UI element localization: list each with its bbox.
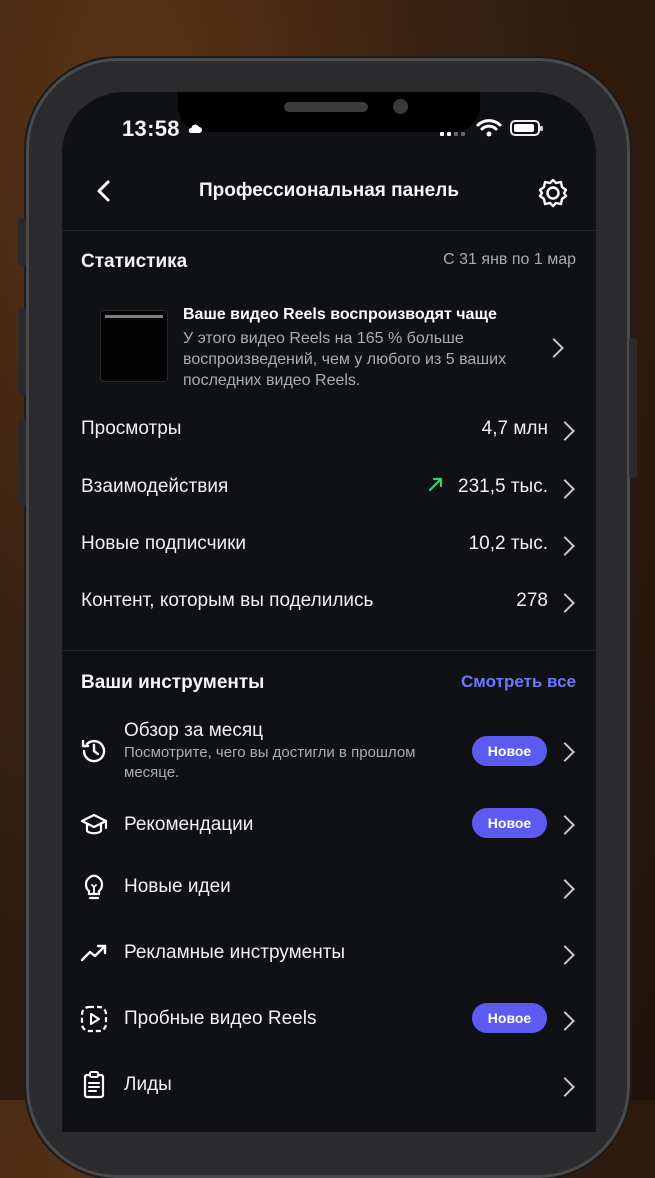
stats-section-title: Статистика bbox=[81, 251, 188, 272]
tool-row-monthly-recap[interactable]: Обзор за месяц Посмотрите, чего вы дости… bbox=[62, 710, 596, 794]
trending-up-icon bbox=[80, 944, 107, 962]
stat-row-views[interactable]: Просмотры 4,7 млн bbox=[62, 402, 596, 458]
tool-label: Пробные видео Reels bbox=[124, 1008, 317, 1029]
chevron-right-icon bbox=[555, 879, 575, 899]
tool-row-new-ideas[interactable]: Новые идеи bbox=[62, 858, 596, 918]
app-screen: 13:58 Профессиональная панель Статистика… bbox=[62, 92, 596, 1132]
chevron-right-icon bbox=[555, 815, 575, 835]
chevron-right-icon bbox=[544, 338, 564, 358]
nav-divider bbox=[62, 230, 596, 231]
tool-label: Рекомендации bbox=[124, 814, 254, 835]
cellular-signal-icon bbox=[440, 132, 465, 136]
lightbulb-icon bbox=[84, 874, 104, 900]
status-bar: 13:58 bbox=[62, 116, 596, 144]
trend-up-arrow-icon bbox=[428, 477, 443, 492]
stat-row-interactions[interactable]: Взаимодействия 231,5 тыс. bbox=[62, 460, 596, 516]
reels-trial-icon bbox=[80, 1005, 108, 1033]
reel-highlight-description: У этого видео Reels на 165 % больше восп… bbox=[183, 330, 507, 389]
stat-value: 4,7 млн bbox=[481, 418, 548, 439]
stat-label: Просмотры bbox=[81, 418, 182, 439]
tool-row-leads[interactable]: Лиды bbox=[62, 1054, 596, 1114]
tool-row-recommendations[interactable]: Рекомендации Новое bbox=[62, 798, 596, 858]
status-time: 13:58 bbox=[122, 116, 180, 141]
stat-row-shared-content[interactable]: Контент, которым вы поделились 278 bbox=[62, 574, 596, 630]
front-camera bbox=[393, 99, 408, 114]
stat-label: Контент, которым вы поделились bbox=[81, 590, 374, 611]
stats-date-range[interactable]: С 31 янв по 1 мар bbox=[443, 251, 576, 269]
chevron-right-icon bbox=[555, 742, 575, 762]
phone-volume-up bbox=[18, 308, 26, 396]
graduation-cap-icon bbox=[80, 813, 108, 835]
chevron-right-icon bbox=[555, 1011, 575, 1031]
wifi-icon bbox=[476, 119, 502, 137]
tool-label: Обзор за месяц bbox=[124, 720, 264, 741]
reels-highlight-card[interactable]: Ваше видео Reels воспроизводят чаще У эт… bbox=[62, 296, 596, 396]
tool-label: Новые идеи bbox=[124, 876, 231, 897]
tools-section-title: Ваши инструменты bbox=[81, 672, 265, 693]
phone-volume-down bbox=[18, 418, 26, 506]
chevron-right-icon bbox=[555, 593, 575, 613]
stat-value: 10,2 тыс. bbox=[468, 533, 548, 554]
chevron-right-icon bbox=[555, 945, 575, 965]
phone-mute-switch bbox=[18, 218, 26, 266]
battery-icon bbox=[510, 120, 543, 136]
tool-row-ad-tools[interactable]: Рекламные инструменты bbox=[62, 924, 596, 984]
stat-value: 278 bbox=[516, 590, 548, 611]
top-nav: Профессиональная панель bbox=[62, 170, 596, 214]
new-badge: Новое bbox=[472, 1003, 547, 1033]
stat-label: Новые подписчики bbox=[81, 533, 247, 554]
stat-label: Взаимодействия bbox=[81, 476, 229, 497]
phone-power-button bbox=[629, 338, 637, 478]
reel-highlight-title: Ваше видео Reels воспроизводят чаще bbox=[183, 306, 497, 323]
page-title: Профессиональная панель bbox=[198, 180, 460, 201]
clipboard-icon bbox=[83, 1071, 105, 1099]
history-icon bbox=[81, 739, 106, 763]
tool-label: Лиды bbox=[124, 1074, 172, 1095]
speaker-grille bbox=[284, 102, 368, 112]
settings-gear-icon[interactable] bbox=[538, 178, 568, 208]
stat-row-new-followers[interactable]: Новые подписчики 10,2 тыс. bbox=[62, 517, 596, 573]
reel-thumbnail bbox=[100, 310, 168, 382]
tool-row-trial-reels[interactable]: Пробные видео Reels Новое bbox=[62, 988, 596, 1048]
cloud-icon bbox=[188, 124, 202, 133]
chevron-right-icon bbox=[555, 1077, 575, 1097]
see-all-link[interactable]: Смотреть все bbox=[461, 672, 576, 692]
chevron-right-icon bbox=[555, 479, 575, 499]
tool-description: Посмотрите, чего вы достигли в прошлом м… bbox=[124, 744, 416, 781]
stat-value: 231,5 тыс. bbox=[458, 476, 548, 497]
new-badge: Новое bbox=[472, 736, 547, 766]
chevron-right-icon bbox=[555, 536, 575, 556]
section-divider bbox=[62, 650, 596, 651]
chevron-right-icon bbox=[555, 421, 575, 441]
tool-label: Рекламные инструменты bbox=[124, 942, 346, 963]
new-badge: Новое bbox=[472, 808, 547, 838]
